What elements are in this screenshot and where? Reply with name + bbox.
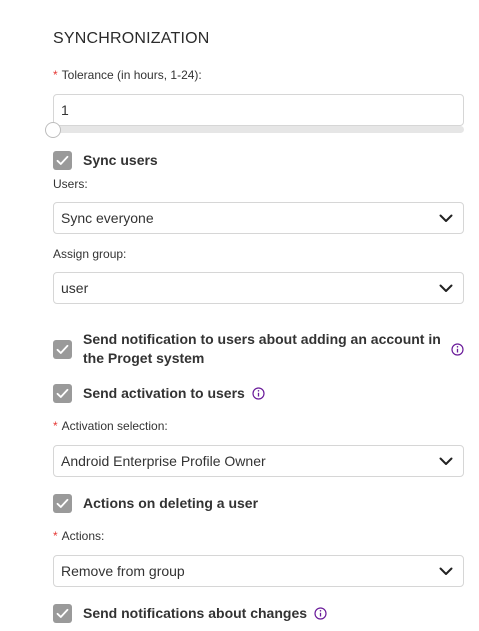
actions-select[interactable]: Remove from group [53,555,464,587]
section-title: SYNCHRONIZATION [53,30,210,47]
tolerance-value: 1 [61,102,69,118]
users-selected-value: Sync everyone [61,210,154,226]
checkmark-icon [56,388,69,398]
activation-selection-label-row: * Activation selection: [53,419,168,433]
send-notification-row: Send notification to users about adding … [53,330,464,368]
send-changes-checkbox[interactable] [53,604,72,623]
required-mark: * [53,529,58,543]
checkmark-icon [56,608,69,618]
chevron-down-icon [439,454,453,468]
users-label: Users: [53,177,88,191]
send-changes-label: Send notifications about changes [83,605,308,621]
send-changes-row: Send notifications about changes [53,604,327,623]
send-notification-label: Send notification to users about adding … [83,331,441,366]
send-activation-label: Send activation to users [83,385,245,401]
tolerance-input[interactable]: 1 [53,94,464,126]
required-mark: * [53,419,58,433]
tolerance-slider-thumb[interactable] [45,122,61,138]
send-activation-checkbox[interactable] [53,384,72,403]
assign-group-select[interactable]: user [53,272,464,304]
send-notification-checkbox[interactable] [53,340,72,359]
info-icon[interactable] [451,343,464,356]
assign-group-selected-value: user [61,280,89,296]
sync-users-label: Sync users [83,152,158,168]
activation-selection-label: Activation selection: [61,419,168,433]
checkmark-icon [56,155,69,165]
actions-label-row: * Actions: [53,529,104,543]
actions-on-delete-row: Actions on deleting a user [53,494,258,513]
checkmark-icon [56,498,69,508]
send-activation-row: Send activation to users [53,384,265,403]
info-icon[interactable] [314,607,327,620]
users-select[interactable]: Sync everyone [53,202,464,234]
actions-label: Actions: [61,529,105,543]
chevron-down-icon [439,281,453,295]
activation-selection-select[interactable]: Android Enterprise Profile Owner [53,445,464,477]
tolerance-label-row: * Tolerance (in hours, 1-24): [53,68,202,82]
tolerance-slider-track[interactable] [53,126,464,133]
actions-selected-value: Remove from group [61,563,185,579]
chevron-down-icon [439,211,453,225]
sync-users-row: Sync users [53,151,158,170]
tolerance-label: Tolerance (in hours, 1-24): [61,68,202,82]
checkmark-icon [56,344,69,354]
sync-users-checkbox[interactable] [53,151,72,170]
required-mark: * [53,68,58,82]
activation-selection-selected-value: Android Enterprise Profile Owner [61,453,266,469]
info-icon[interactable] [252,387,265,400]
assign-group-label: Assign group: [53,247,127,261]
actions-on-delete-checkbox[interactable] [53,494,72,513]
actions-on-delete-label: Actions on deleting a user [83,495,259,511]
chevron-down-icon [439,564,453,578]
